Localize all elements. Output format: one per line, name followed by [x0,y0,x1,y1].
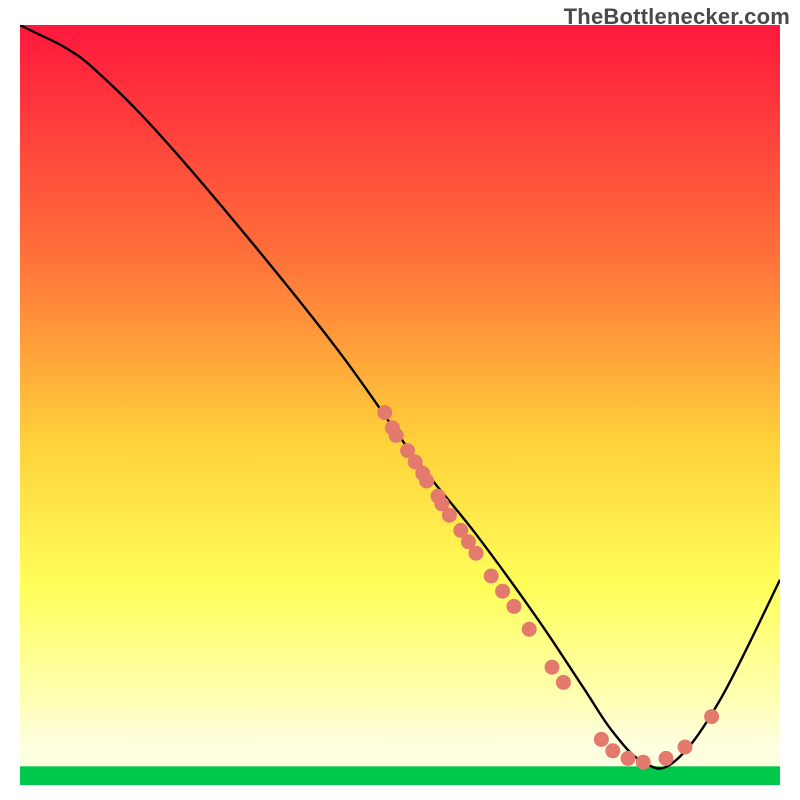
data-point [636,755,651,770]
data-point [507,599,522,614]
data-point [389,428,404,443]
data-point [419,474,434,489]
chart-svg [20,25,780,785]
plot-area [20,25,780,785]
data-point [594,732,609,747]
chart-frame: TheBottlenecker.com [0,0,800,800]
data-point [556,675,571,690]
data-point [704,709,719,724]
gradient-background [20,25,780,785]
data-point [522,622,537,637]
data-point [442,508,457,523]
data-point [659,751,674,766]
data-point [678,740,693,755]
data-point [605,743,620,758]
data-point [377,405,392,420]
data-point [484,569,499,584]
data-point [495,584,510,599]
data-point [545,660,560,675]
data-point [621,751,636,766]
data-point [469,546,484,561]
